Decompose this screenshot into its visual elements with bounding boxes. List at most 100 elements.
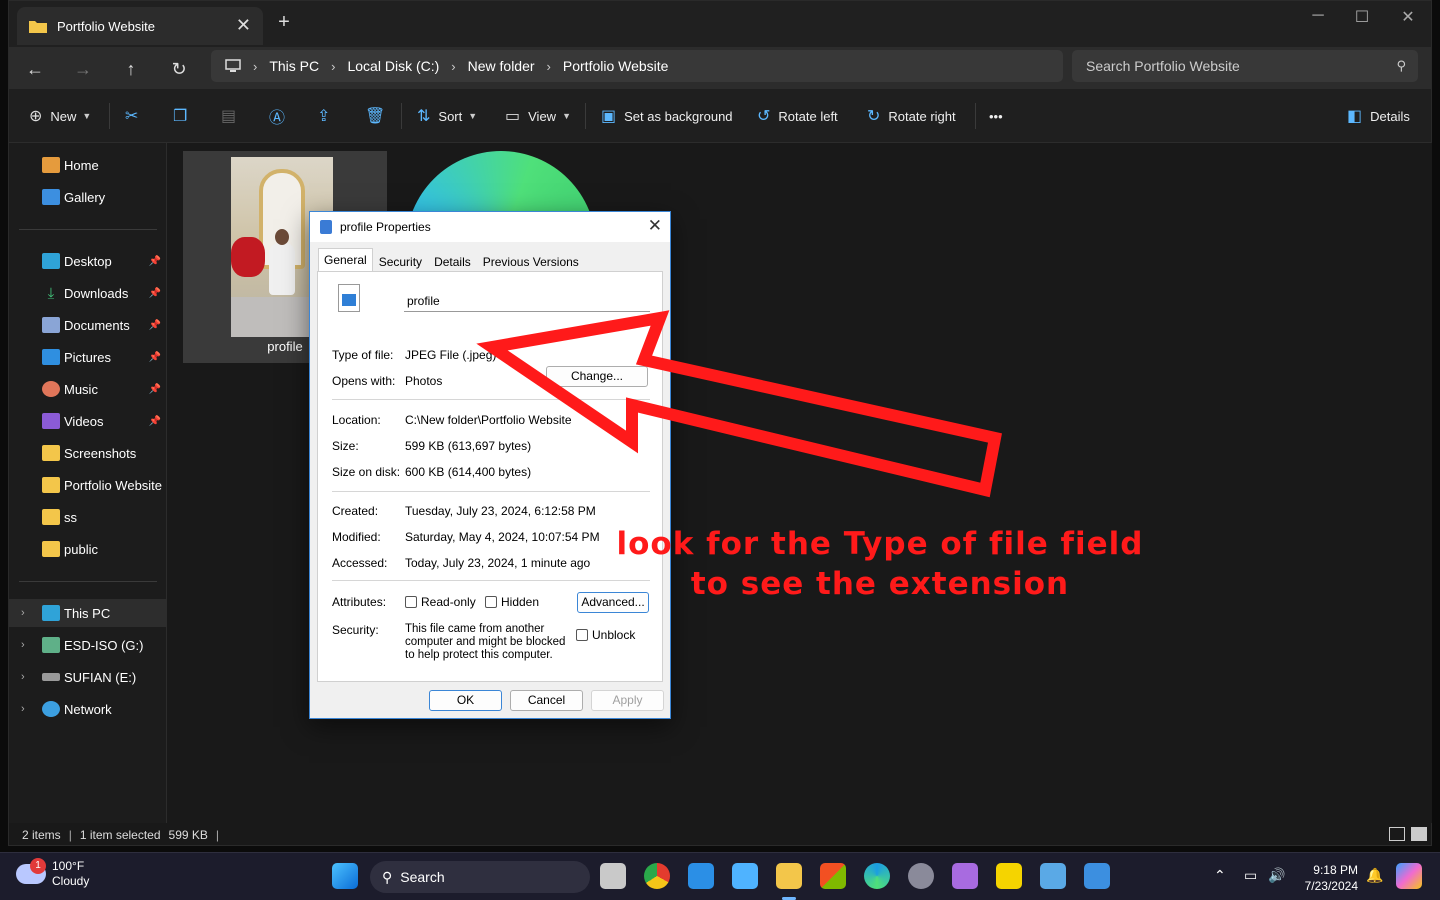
sidebar-item-gallery[interactable]: Gallery [9,183,167,211]
sidebar-item-downloads[interactable]: ⤓ Downloads 📌 [9,279,167,307]
minimize-icon[interactable]: ─ [1295,7,1341,25]
sticky-notes-icon[interactable] [996,863,1022,889]
tab-general[interactable]: General [318,248,373,272]
sort-button[interactable]: ⇅ Sort ▼ [417,105,477,127]
pin-icon: 📌 [148,415,161,427]
tab-details[interactable]: Details [428,250,477,272]
sidebar-item-network[interactable]: › Network [9,695,167,723]
vscode-icon[interactable] [688,863,714,889]
chevron-right-icon[interactable]: › [21,671,25,683]
sidebar-item-pictures[interactable]: Pictures 📌 [9,343,167,371]
copilot-icon[interactable] [1396,863,1422,889]
set-background-label: Set as background [624,108,733,124]
home-icon [42,157,60,173]
forward-arrow-icon[interactable]: → [67,53,99,85]
new-tab-button[interactable]: + [271,11,297,34]
documents-icon [42,317,60,333]
chrome-icon[interactable] [644,863,670,889]
file-name-field[interactable] [404,290,650,312]
breadcrumb-this-pc[interactable]: This PC [269,58,319,74]
sort-label: Sort [438,108,463,124]
file-explorer-icon[interactable] [776,863,802,889]
item-count: 2 items [22,828,61,842]
sidebar-item-music[interactable]: Music 📌 [9,375,167,403]
chevron-right-icon[interactable]: › [21,607,25,619]
change-button[interactable]: Change... [546,366,648,387]
accessed-label: Accessed: [332,556,388,570]
start-windows-icon[interactable] [332,863,358,889]
tiles-view-icon[interactable] [1411,827,1427,841]
photos-icon[interactable] [1084,863,1110,889]
read-only-checkbox[interactable]: Read-only [405,595,476,609]
set-background-button[interactable]: ▣ Set as background [601,105,733,127]
chevron-up-icon[interactable]: ⌃ [1214,867,1226,884]
close-window-icon[interactable]: ✕ [1385,7,1431,27]
notepad-icon[interactable] [732,863,758,889]
dev-home-icon[interactable] [952,863,978,889]
copy-button[interactable]: ❐ [173,105,195,127]
weather-widget[interactable]: 1 100°F Cloudy [16,858,89,889]
navigation-pane: Home Gallery Desktop 📌 ⤓ Downloads 📌 Docume… [9,143,167,823]
security-message: This file came from another computer and… [405,623,566,661]
share-button[interactable]: ⇪ [317,105,338,127]
apply-button[interactable]: Apply [591,690,664,711]
system-clock[interactable]: 9:18 PM 7/23/2024 [1296,862,1358,894]
volume-icon[interactable]: 🔊 [1268,867,1285,884]
chevron-right-icon[interactable]: › [21,703,25,715]
paste-button[interactable]: ▤ [221,105,244,127]
tab-title: Portfolio Website [57,18,156,34]
sidebar-item-esd-iso[interactable]: › ESD-ISO (G:) [9,631,167,659]
sidebar-item-public[interactable]: public [9,535,167,563]
hidden-checkbox[interactable]: Hidden [485,595,539,609]
notification-bell-icon[interactable]: 🔔 [1366,867,1383,884]
settings-gear-icon[interactable] [908,863,934,889]
sidebar-item-desktop[interactable]: Desktop 📌 [9,247,167,275]
sidebar-item-portfolio-website[interactable]: Portfolio Website [9,471,167,499]
sidebar-item-label: ESD-ISO (G:) [64,637,144,653]
sidebar-item-this-pc[interactable]: › This PC [9,599,167,627]
edge-icon[interactable] [864,863,890,889]
rotate-left-button[interactable]: ↺ Rotate left [757,105,838,127]
tab-previous-versions[interactable]: Previous Versions [477,250,585,272]
sidebar-item-ss[interactable]: ss [9,503,167,531]
network-tray-icon[interactable]: ▭ [1244,867,1257,884]
search-box[interactable]: Search Portfolio Website ⚲ [1072,50,1418,82]
chevron-right-icon[interactable]: › [21,639,25,651]
checkbox-box [405,596,417,608]
view-button[interactable]: ▭ View ▼ [505,105,571,127]
sidebar-item-screenshots[interactable]: Screenshots [9,439,167,467]
rotate-right-icon: ↻ [867,108,881,125]
details-view-icon[interactable] [1389,827,1405,841]
rotate-right-button[interactable]: ↻ Rotate right [867,105,956,127]
sidebar-item-home[interactable]: Home [9,151,167,179]
close-tab-icon[interactable]: ✕ [236,15,251,36]
cancel-button[interactable]: Cancel [510,690,583,711]
up-arrow-icon[interactable]: ↑ [115,53,147,85]
details-pane-button[interactable]: ◧ Details [1347,105,1410,127]
sidebar-item-videos[interactable]: Videos 📌 [9,407,167,435]
taskbar-search[interactable]: ⚲ Search [370,861,590,893]
breadcrumb-local-disk[interactable]: Local Disk (C:) [347,58,439,74]
unblock-checkbox[interactable]: Unblock [576,628,635,642]
ms-store-icon[interactable] [820,863,846,889]
address-bar[interactable]: › This PC › Local Disk (C:) › New folder… [211,50,1063,82]
delete-button[interactable]: 🗑 [365,105,393,127]
cut-button[interactable]: ✂ [125,105,146,127]
breadcrumb-portfolio-website[interactable]: Portfolio Website [563,58,669,74]
sidebar-item-documents[interactable]: Documents 📌 [9,311,167,339]
ok-button[interactable]: OK [429,690,502,711]
back-arrow-icon[interactable]: ← [19,53,51,85]
sort-icon: ⇅ [417,108,431,125]
tab-security[interactable]: Security [373,250,428,272]
new-button[interactable]: ⊕ New ▼ [29,105,91,127]
maximize-icon[interactable]: ☐ [1339,7,1385,27]
rename-button[interactable]: Ⓐ [269,105,293,127]
more-options-icon[interactable]: ••• [989,105,1003,127]
refresh-icon[interactable]: ↻ [163,53,195,85]
sidebar-item-sufian[interactable]: › SUFIAN (E:) [9,663,167,691]
control-panel-icon[interactable] [1040,863,1066,889]
breadcrumb-new-folder[interactable]: New folder [468,58,535,74]
task-view-icon[interactable] [600,863,626,889]
close-icon[interactable]: ✕ [648,216,662,236]
tab-portfolio-website[interactable]: Portfolio Website ✕ [17,7,263,45]
